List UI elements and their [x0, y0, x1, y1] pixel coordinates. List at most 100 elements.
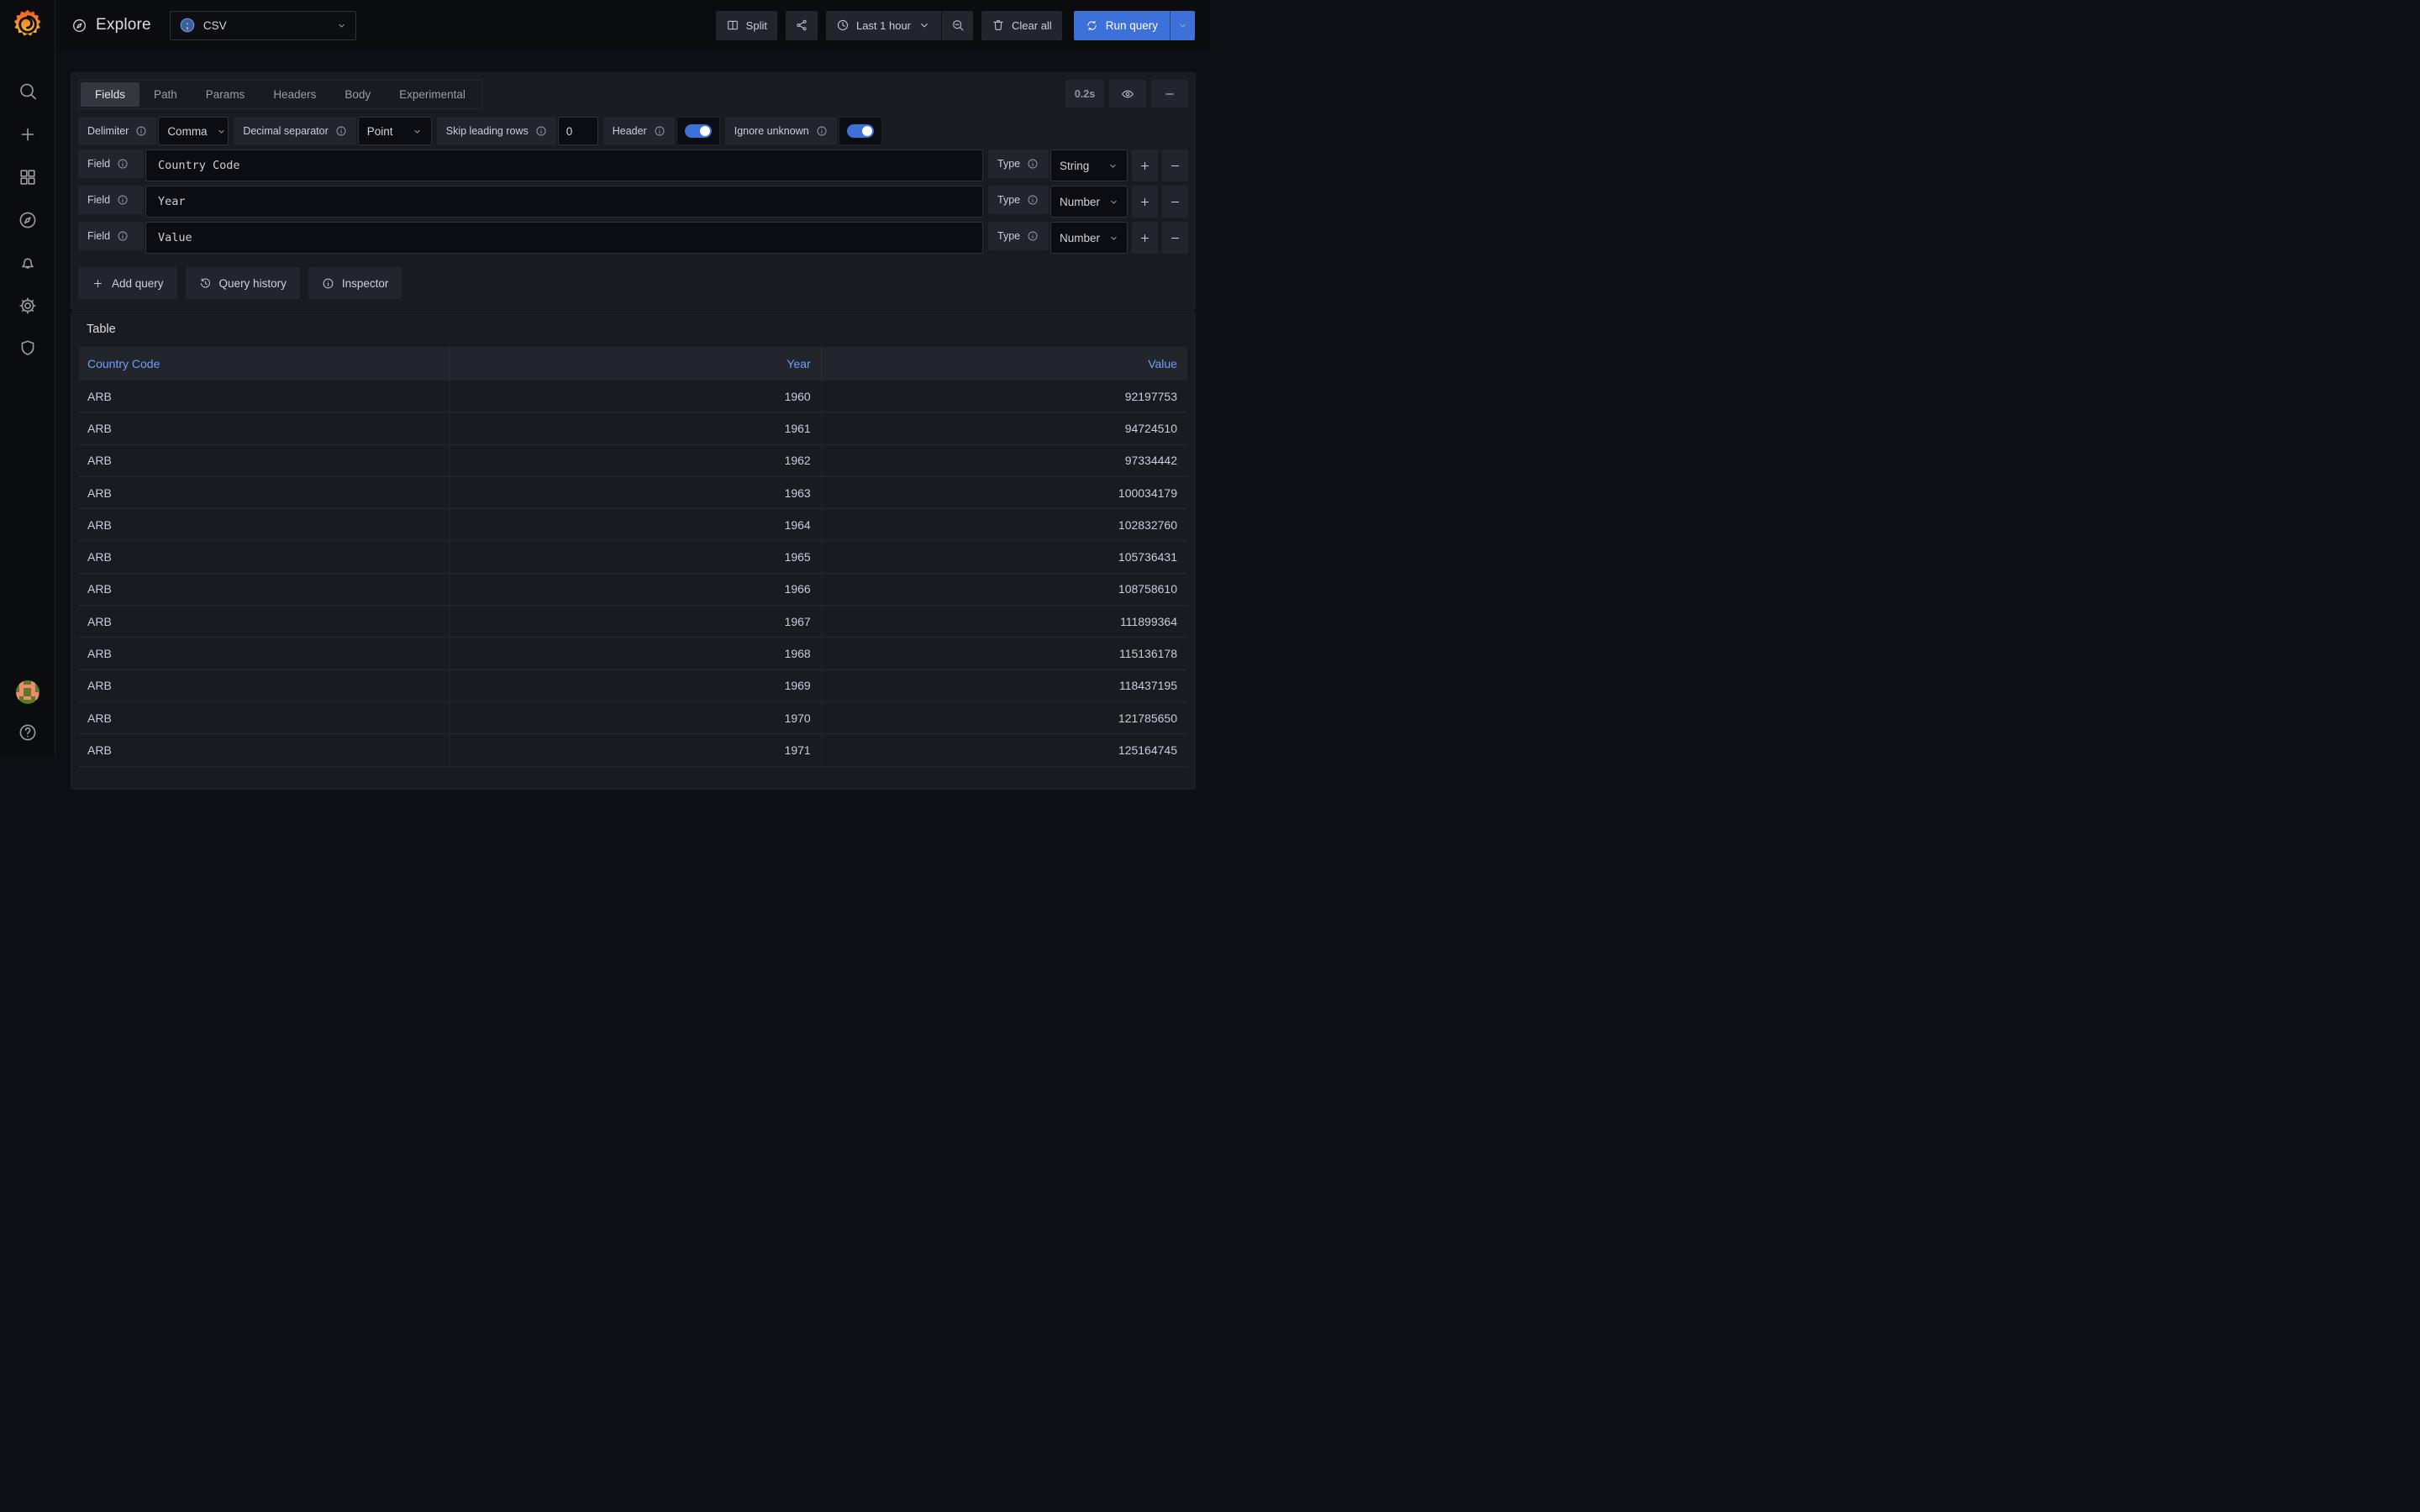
sidebar-bottom [16, 680, 39, 743]
cell-year: 1971 [450, 734, 822, 765]
tab-fields[interactable]: Fields [81, 82, 139, 107]
plus-icon [1139, 196, 1151, 208]
field-name-input[interactable]: Country Code [145, 150, 983, 181]
cell-year: 1965 [450, 541, 822, 572]
remove-field-button[interactable] [1162, 222, 1188, 254]
column-header-country-code[interactable]: Country Code [79, 347, 450, 381]
add-field-button[interactable] [1132, 186, 1158, 218]
chevron-down-icon [918, 18, 931, 32]
tab-path[interactable]: Path [139, 82, 192, 107]
secondary-actions: Add query Query history Inspector [78, 267, 1188, 299]
type-select[interactable]: Number [1050, 186, 1128, 218]
plus-icon [1139, 232, 1151, 244]
cell-country-code: ARB [79, 381, 450, 412]
hide-response-button[interactable] [1109, 80, 1146, 108]
ignore-unknown-label: Ignore unknown [725, 117, 837, 145]
cell-year: 1967 [450, 606, 822, 637]
type-select[interactable]: String [1050, 150, 1128, 181]
explore-compass-icon[interactable] [18, 210, 38, 230]
info-icon [1027, 158, 1039, 170]
user-avatar[interactable] [16, 680, 39, 704]
cell-country-code: ARB [79, 734, 450, 765]
table-row[interactable]: ARB 1970 121785650 [79, 702, 1187, 734]
info-icon [117, 158, 129, 170]
inspector-label: Inspector [342, 277, 389, 290]
query-history-label: Query history [219, 277, 287, 290]
configuration-gear-icon[interactable] [18, 296, 38, 316]
admin-shield-icon[interactable] [18, 339, 38, 359]
cell-country-code: ARB [79, 574, 450, 605]
run-query-dropdown-button[interactable] [1170, 11, 1195, 40]
table-row[interactable]: ARB 1963 100034179 [79, 477, 1187, 509]
field-label-text: Field [87, 230, 110, 242]
table-row[interactable]: ARB 1964 102832760 [79, 509, 1187, 541]
table-panel: Table Country Code Year Value ARB 1960 9… [71, 311, 1196, 790]
decimal-separator-select[interactable]: Point [358, 117, 432, 145]
create-plus-icon[interactable] [18, 124, 38, 144]
dashboards-icon[interactable] [18, 167, 38, 187]
table-row[interactable]: ARB 1968 115136178 [79, 638, 1187, 669]
cell-country-code: ARB [79, 670, 450, 701]
eye-icon [1121, 87, 1134, 101]
run-query-button[interactable]: Run query [1074, 11, 1170, 40]
cell-year: 1961 [450, 412, 822, 444]
cell-country-code: ARB [79, 606, 450, 637]
csv-options-row: Delimiter Comma Decimal separator Point … [78, 117, 1188, 145]
query-history-button[interactable]: Query history [186, 267, 300, 299]
remove-query-button[interactable] [1151, 80, 1188, 108]
delimiter-select[interactable]: Comma [158, 117, 229, 145]
inspector-button[interactable]: Inspector [308, 267, 402, 299]
info-icon [654, 125, 666, 137]
ignore-unknown-toggle[interactable] [839, 117, 882, 145]
remove-field-button[interactable] [1162, 150, 1188, 181]
header-toggle[interactable] [676, 117, 720, 145]
sidebar [0, 0, 55, 756]
info-icon [135, 125, 147, 137]
cell-year: 1970 [450, 702, 822, 733]
cell-value: 100034179 [822, 477, 1187, 508]
cell-country-code: ARB [79, 477, 450, 508]
cell-value: 108758610 [822, 574, 1187, 605]
split-button[interactable]: Split [716, 11, 777, 40]
add-query-button[interactable]: Add query [78, 267, 177, 299]
type-select[interactable]: Number [1050, 222, 1128, 254]
column-header-year[interactable]: Year [450, 347, 822, 381]
results-table: Country Code Year Value ARB 1960 9219775… [79, 347, 1187, 767]
search-icon[interactable] [18, 81, 38, 102]
table-row[interactable]: ARB 1965 105736431 [79, 541, 1187, 573]
datasource-picker[interactable]: ; CSV [170, 11, 356, 40]
info-icon [535, 125, 547, 137]
grafana-logo-icon[interactable] [11, 8, 45, 41]
column-header-value[interactable]: Value [822, 347, 1187, 381]
table-row[interactable]: ARB 1967 111899364 [79, 606, 1187, 638]
tab-experimental[interactable]: Experimental [385, 82, 480, 107]
table-row[interactable]: ARB 1966 108758610 [79, 574, 1187, 606]
table-row[interactable]: ARB 1961 94724510 [79, 412, 1187, 444]
cell-country-code: ARB [79, 412, 450, 444]
cell-year: 1969 [450, 670, 822, 701]
zoom-out-time-button[interactable] [941, 11, 973, 40]
time-range-button[interactable]: Last 1 hour [826, 11, 941, 40]
field-name-input[interactable]: Year [145, 186, 983, 218]
field-name-input[interactable]: Value [145, 222, 983, 254]
tab-headers[interactable]: Headers [259, 82, 330, 107]
table-row[interactable]: ARB 1962 97334442 [79, 445, 1187, 477]
cell-value: 111899364 [822, 606, 1187, 637]
table-row[interactable]: ARB 1969 118437195 [79, 670, 1187, 702]
tab-params[interactable]: Params [192, 82, 260, 107]
add-field-button[interactable] [1132, 150, 1158, 181]
alerting-bell-icon[interactable] [18, 253, 38, 273]
table-row[interactable]: ARB 1971 125164745 [79, 734, 1187, 766]
tab-body[interactable]: Body [330, 82, 385, 107]
type-value: String [1060, 160, 1089, 172]
decimal-separator-value: Point [367, 125, 393, 138]
remove-field-button[interactable] [1162, 186, 1188, 218]
share-button[interactable] [786, 11, 818, 40]
clear-all-button[interactable]: Clear all [981, 11, 1062, 40]
add-field-button[interactable] [1132, 222, 1158, 254]
table-row[interactable]: ARB 1960 92197753 [79, 381, 1187, 412]
help-icon[interactable] [18, 722, 38, 743]
skip-leading-rows-input[interactable]: 0 [558, 117, 598, 145]
query-editor-header: Fields Path Params Headers Body Experime… [78, 80, 1188, 109]
minus-icon [1163, 87, 1176, 101]
